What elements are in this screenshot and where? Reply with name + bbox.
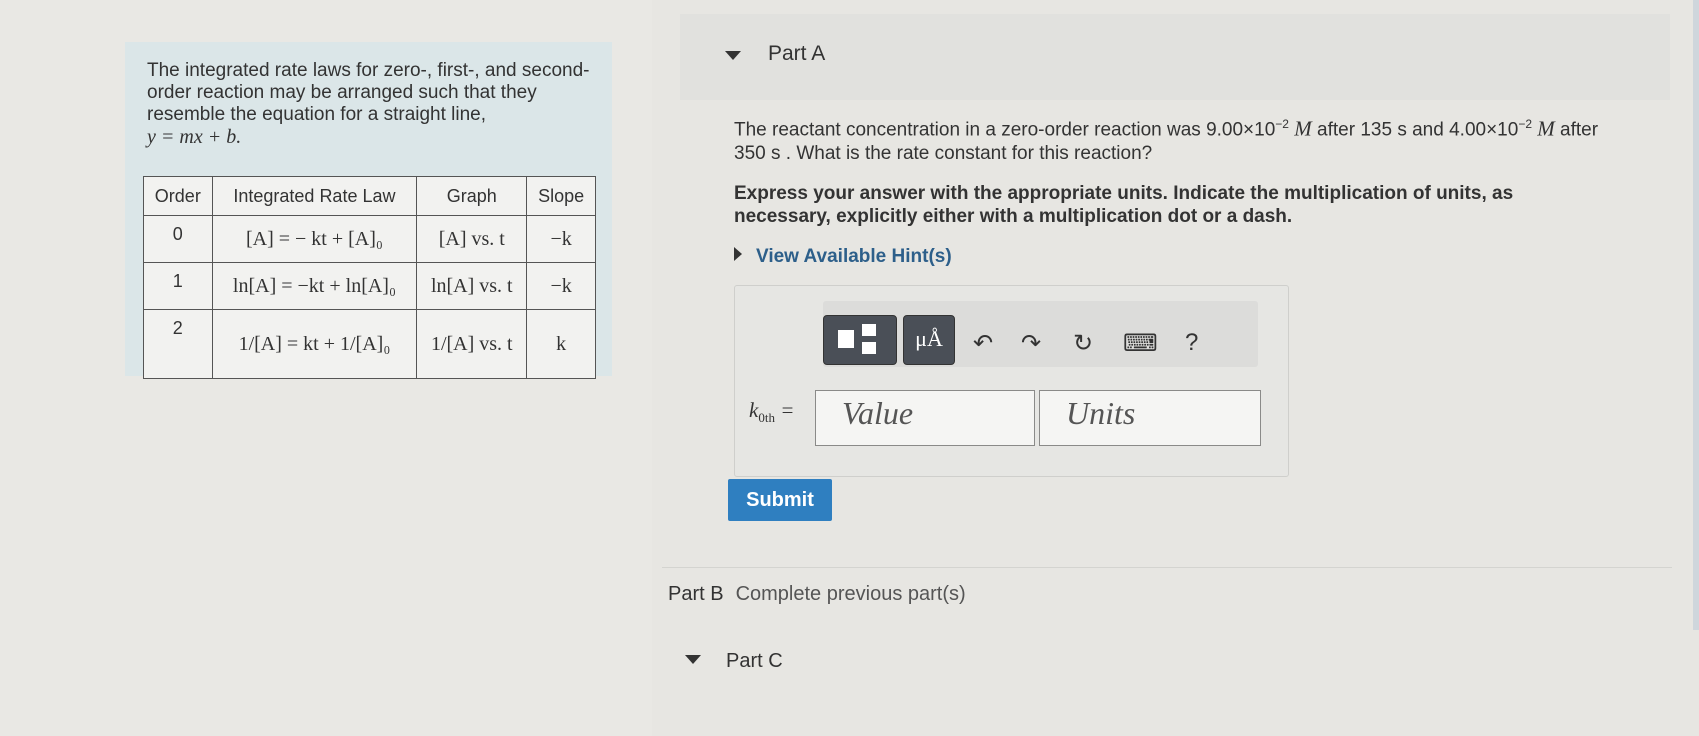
part-c-title[interactable]: Part C xyxy=(726,650,783,673)
table-header-row: Order Integrated Rate Law Graph Slope xyxy=(143,176,596,216)
table-row: 0 [A] = − kt + [A]₀ [A] vs. t −k xyxy=(143,215,596,263)
cell-slope: −k xyxy=(526,262,596,310)
divider xyxy=(662,567,1672,568)
col-slope: Slope xyxy=(526,176,596,216)
part-a-title: Part A xyxy=(768,42,826,65)
template-square-icon xyxy=(838,330,854,348)
answer-instructions: Express your answer with the appropriate… xyxy=(734,183,1514,227)
col-law: Integrated Rate Law xyxy=(211,176,418,216)
cell-law: [A] = − kt + [A]₀ xyxy=(211,215,418,263)
math-toolbar: μÅ ↶ ↷ ↻ ⌨ ? xyxy=(823,301,1258,367)
cell-order: 1 xyxy=(143,262,213,310)
keyboard-icon[interactable]: ⌨ xyxy=(1123,329,1158,358)
table-row: 1 ln[A] = −kt + ln[A]₀ ln[A] vs. t −k xyxy=(143,262,596,310)
intro-paragraph: The integrated rate laws for zero-, firs… xyxy=(147,60,590,125)
submit-button[interactable]: Submit xyxy=(728,479,832,521)
cell-graph: ln[A] vs. t xyxy=(416,262,528,310)
table-row: 2 1/[A] = kt + 1/[A]₀ 1/[A] vs. t k xyxy=(143,309,596,379)
cell-slope: −k xyxy=(526,215,596,263)
prompt-text: after 135 s and xyxy=(1311,119,1450,141)
part-c-caret-icon[interactable] xyxy=(685,655,701,664)
exponent-1: −2 xyxy=(1275,117,1289,131)
intro-text: The integrated rate laws for zero-, firs… xyxy=(147,60,597,149)
equals-sign: = xyxy=(780,398,795,422)
value-input[interactable]: Value xyxy=(815,390,1035,446)
straight-line-equation: y = mx + b. xyxy=(147,126,242,148)
k-label: k0th = xyxy=(749,398,794,426)
help-icon[interactable]: ? xyxy=(1185,329,1198,357)
units-button[interactable]: μÅ xyxy=(903,315,955,365)
molar-unit: M xyxy=(1537,116,1555,141)
prompt-text: The reactant concentration in a zero-ord… xyxy=(734,119,1207,141)
col-graph: Graph xyxy=(416,176,528,216)
k-symbol: k xyxy=(749,398,759,422)
units-input[interactable]: Units xyxy=(1039,390,1261,446)
cell-graph: [A] vs. t xyxy=(416,215,528,263)
reset-icon[interactable]: ↻ xyxy=(1073,329,1093,358)
undo-icon[interactable]: ↶ xyxy=(973,329,993,358)
cell-law: 1/[A] = kt + 1/[A]₀ xyxy=(211,309,418,379)
concentration-1: 9.00×10 xyxy=(1206,119,1276,141)
hint-label: View Available Hint(s) xyxy=(756,246,952,267)
cell-order: 2 xyxy=(143,309,213,379)
part-a-header[interactable]: Part A xyxy=(680,14,1670,100)
k-subscript: 0th xyxy=(758,410,775,426)
cell-graph: 1/[A] vs. t xyxy=(416,309,528,379)
rate-law-table: Order Integrated Rate Law Graph Slope 0 … xyxy=(143,176,596,379)
collapse-caret-icon[interactable] xyxy=(725,51,741,60)
question-prompt: The reactant concentration in a zero-ord… xyxy=(734,112,1634,166)
template-square-icon xyxy=(862,324,876,336)
templates-button[interactable] xyxy=(823,315,897,365)
exponent-2: −2 xyxy=(1518,117,1532,131)
info-panel: The integrated rate laws for zero-, firs… xyxy=(125,42,612,379)
molar-unit: M xyxy=(1294,116,1312,141)
part-b-status: Complete previous part(s) xyxy=(735,583,966,605)
expand-caret-icon xyxy=(734,247,742,261)
part-b-row: Part B Complete previous part(s) xyxy=(668,583,966,606)
template-square-icon xyxy=(862,342,876,354)
answer-box: μÅ ↶ ↷ ↻ ⌨ ? k0th = Value Units xyxy=(734,285,1289,477)
question-area: Part A The reactant concentration in a z… xyxy=(652,0,1699,736)
view-hints-link[interactable]: View Available Hint(s) xyxy=(734,246,952,268)
cell-order: 0 xyxy=(143,215,213,263)
col-order: Order xyxy=(143,176,213,216)
redo-icon[interactable]: ↷ xyxy=(1021,329,1041,358)
cell-slope: k xyxy=(526,309,596,379)
scrollbar[interactable] xyxy=(1693,0,1699,630)
concentration-2: 4.00×10 xyxy=(1449,119,1519,141)
part-b-title: Part B xyxy=(668,583,724,605)
cell-law: ln[A] = −kt + ln[A]₀ xyxy=(211,262,418,310)
